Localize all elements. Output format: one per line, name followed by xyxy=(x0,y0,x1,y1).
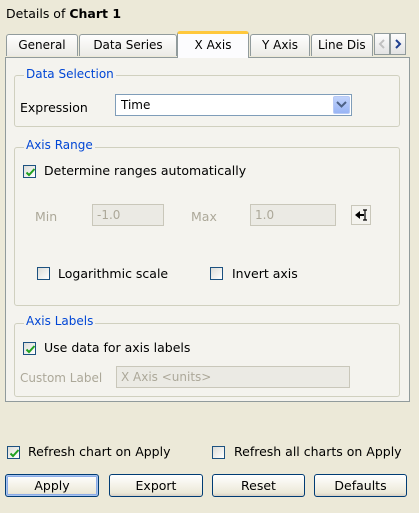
refresh-all-checkbox[interactable] xyxy=(212,446,225,459)
tab-strip: General Data Series X Axis Y Axis Line D… xyxy=(4,30,414,58)
data-selection-legend: Data Selection xyxy=(24,67,116,81)
expression-label: Expression xyxy=(20,100,88,115)
range-arrow-icon[interactable] xyxy=(351,205,371,225)
refresh-chart-checkbox[interactable] xyxy=(7,446,20,459)
max-label: Max xyxy=(191,209,217,224)
auto-range-checkbox[interactable] xyxy=(23,165,36,178)
refresh-all-label: Refresh all charts on Apply xyxy=(234,444,402,459)
invert-axis-label: Invert axis xyxy=(232,266,298,281)
tab-line-display[interactable]: Line Dis xyxy=(311,34,373,56)
title-chart-name: Chart 1 xyxy=(69,6,122,21)
min-label: Min xyxy=(35,209,58,224)
chevron-down-icon[interactable] xyxy=(333,96,350,114)
max-field[interactable]: 1.0 xyxy=(250,204,336,226)
use-data-labels-checkbox[interactable] xyxy=(23,342,36,355)
axis-labels-legend: Axis Labels xyxy=(24,314,96,328)
defaults-button[interactable]: Defaults xyxy=(314,474,407,497)
invert-axis-checkbox[interactable] xyxy=(210,267,223,280)
tab-data-series[interactable]: Data Series xyxy=(79,34,177,56)
custom-label-caption: Custom Label xyxy=(20,371,103,385)
tab-y-axis[interactable]: Y Axis xyxy=(250,34,310,56)
log-scale-label: Logarithmic scale xyxy=(58,266,169,281)
dialog-title: Details of Chart 1 xyxy=(6,6,121,21)
auto-range-label: Determine ranges automatically xyxy=(44,163,247,178)
min-field[interactable]: -1.0 xyxy=(92,204,164,226)
apply-button[interactable]: Apply xyxy=(5,474,99,497)
tab-x-axis[interactable]: X Axis xyxy=(177,31,249,58)
custom-label-field[interactable]: X Axis <units> xyxy=(116,366,350,388)
expression-select[interactable]: Time xyxy=(115,94,352,116)
use-data-labels-label: Use data for axis labels xyxy=(44,340,191,355)
tab-general[interactable]: General xyxy=(6,34,78,56)
reset-button[interactable]: Reset xyxy=(212,474,305,497)
log-scale-checkbox[interactable] xyxy=(37,267,50,280)
refresh-chart-label: Refresh chart on Apply xyxy=(28,444,171,459)
title-prefix: Details of xyxy=(6,6,70,21)
x-axis-panel: Data Selection Expression Time Axis Rang… xyxy=(5,57,410,402)
chevron-right-icon[interactable] xyxy=(390,33,406,55)
export-button[interactable]: Export xyxy=(109,474,203,497)
axis-range-legend: Axis Range xyxy=(24,138,95,152)
chevron-left-icon[interactable] xyxy=(374,33,390,55)
expression-value: Time xyxy=(121,98,151,112)
